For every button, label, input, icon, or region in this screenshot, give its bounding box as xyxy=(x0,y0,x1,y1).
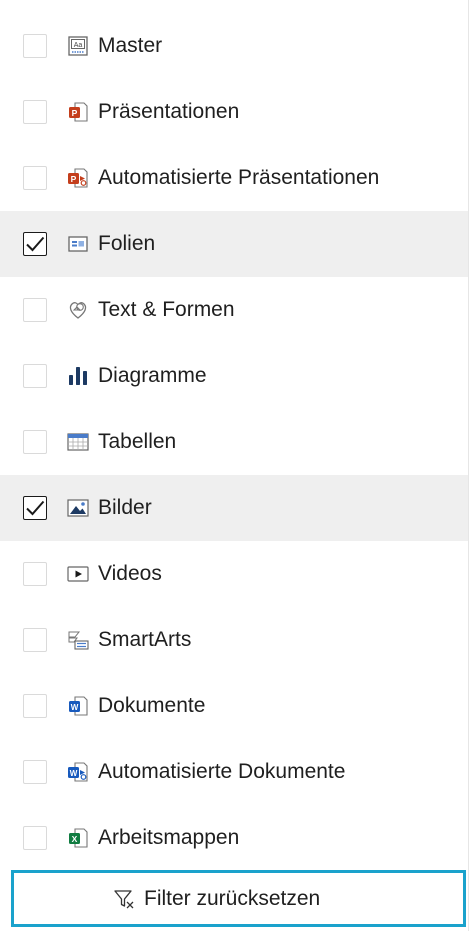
svg-text:X: X xyxy=(72,834,78,844)
reset-filter-button[interactable]: Filter zurücksetzen xyxy=(11,870,466,927)
filter-item-slides[interactable]: Folien xyxy=(0,211,468,277)
filter-panel: Aa Master P Präsentationen P Automatisie… xyxy=(0,0,469,931)
filter-label: Automatisierte Dokumente xyxy=(98,760,346,783)
filter-item-videos[interactable]: Videos xyxy=(0,541,468,607)
filter-label: Arbeitsmappen xyxy=(98,826,240,849)
filter-label: Folien xyxy=(98,232,156,255)
checkbox[interactable] xyxy=(23,760,47,784)
checkbox[interactable] xyxy=(23,232,47,256)
filter-item-charts[interactable]: Diagramme xyxy=(0,343,468,409)
svg-text:W: W xyxy=(71,703,79,712)
filter-item-documents[interactable]: W Dokumente xyxy=(0,673,468,739)
svg-text:P: P xyxy=(71,174,77,184)
word-file-icon: W xyxy=(66,694,90,718)
filter-label: Bilder xyxy=(98,496,152,519)
filter-list: Aa Master P Präsentationen P Automatisie… xyxy=(0,0,468,871)
filter-item-workbooks[interactable]: X Arbeitsmappen xyxy=(0,805,468,871)
filter-item-master[interactable]: Aa Master xyxy=(0,13,468,79)
filter-label: Master xyxy=(98,34,163,57)
filter-clear-icon xyxy=(112,887,136,911)
filter-item-smartarts[interactable]: SmartArts xyxy=(0,607,468,673)
filter-item-text-shapes[interactable]: Text & Formen xyxy=(0,277,468,343)
slide-icon xyxy=(66,232,90,256)
reset-filter-label: Filter zurücksetzen xyxy=(144,886,321,910)
bar-chart-icon xyxy=(66,364,90,388)
checkbox[interactable] xyxy=(23,826,47,850)
checkbox[interactable] xyxy=(23,430,47,454)
filter-item-automated-documents[interactable]: W Automatisierte Dokumente xyxy=(0,739,468,805)
checkbox[interactable] xyxy=(23,34,47,58)
checkbox[interactable] xyxy=(23,100,47,124)
filter-label: Automatisierte Präsentationen xyxy=(98,166,380,189)
filter-item-presentations[interactable]: P Präsentationen xyxy=(0,79,468,145)
shapes-icon xyxy=(66,298,90,322)
smartart-icon xyxy=(66,628,90,652)
filter-label: Dokumente xyxy=(98,694,206,717)
checkbox[interactable] xyxy=(23,364,47,388)
svg-text:Aa: Aa xyxy=(74,42,83,49)
video-icon xyxy=(66,562,90,586)
filter-label: Videos xyxy=(98,562,162,585)
filter-label: Text & Formen xyxy=(98,298,235,321)
excel-file-icon: X xyxy=(66,826,90,850)
filter-label: Diagramme xyxy=(98,364,207,387)
automated-word-icon: W xyxy=(66,760,90,784)
checkbox[interactable] xyxy=(23,562,47,586)
checkbox[interactable] xyxy=(23,298,47,322)
filter-label: SmartArts xyxy=(98,628,192,651)
filter-item-automated-presentations[interactable]: P Automatisierte Präsentationen xyxy=(0,145,468,211)
table-icon xyxy=(66,430,90,454)
checkbox[interactable] xyxy=(23,628,47,652)
checkbox[interactable] xyxy=(23,166,47,190)
filter-label: Tabellen xyxy=(98,430,177,453)
svg-text:W: W xyxy=(70,769,78,778)
filter-item-tables[interactable]: Tabellen xyxy=(0,409,468,475)
image-icon xyxy=(66,496,90,520)
checkbox[interactable] xyxy=(23,496,47,520)
filter-item-images[interactable]: Bilder xyxy=(0,475,468,541)
powerpoint-file-icon: P xyxy=(66,100,90,124)
master-slide-icon: Aa xyxy=(66,34,90,58)
automated-powerpoint-icon: P xyxy=(66,166,90,190)
svg-text:P: P xyxy=(72,108,78,118)
filter-label: Präsentationen xyxy=(98,100,240,123)
checkbox[interactable] xyxy=(23,694,47,718)
